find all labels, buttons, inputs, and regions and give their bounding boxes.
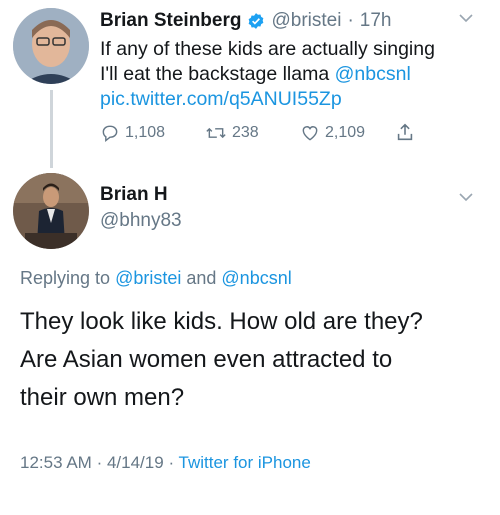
tweet1-text-plain: I'll eat the backstage llama bbox=[100, 63, 335, 85]
retweet-count: 238 bbox=[232, 124, 259, 141]
replying-and: and bbox=[181, 268, 222, 288]
tweet1-author-name[interactable]: Brian Steinberg bbox=[100, 10, 241, 32]
avatar-brian-h[interactable] bbox=[13, 173, 89, 249]
avatar-brian-steinberg[interactable] bbox=[13, 8, 89, 84]
share-icon[interactable] bbox=[394, 121, 416, 143]
replying-mention-nbcsnl[interactable]: @nbcsnl bbox=[221, 268, 291, 288]
tweet2-source[interactable]: Twitter for iPhone bbox=[179, 453, 311, 472]
tweet1-mention[interactable]: @nbcsnl bbox=[335, 63, 411, 85]
tweet2-handle[interactable]: @bhny83 bbox=[100, 210, 182, 232]
reply-icon bbox=[102, 125, 118, 142]
tweet1-time[interactable]: 17h bbox=[360, 10, 392, 32]
tweet2-sep1: · bbox=[96, 453, 103, 472]
tweet1-text-line2: I'll eat the backstage llama @nbcsnl bbox=[100, 62, 411, 87]
tweet1-handle[interactable]: @bristei bbox=[271, 10, 341, 32]
tweet1-media-link[interactable]: pic.twitter.com/q5ANUI55Zp bbox=[100, 87, 342, 112]
replying-prefix: Replying to bbox=[20, 268, 116, 288]
replying-to-line: Replying to @bristei and @nbcsnl bbox=[20, 268, 292, 289]
retweet-action[interactable]: 238 bbox=[205, 123, 259, 143]
reply-count: 1,108 bbox=[125, 124, 166, 141]
reply-action[interactable]: 1,108 bbox=[100, 123, 165, 143]
tweet1-text-line1: If any of these kids are actually singin… bbox=[100, 38, 435, 60]
like-icon bbox=[302, 126, 318, 141]
verified-badge-icon bbox=[249, 13, 264, 29]
chevron-down-icon[interactable] bbox=[458, 192, 474, 202]
tweet1-header: Brian Steinberg @bristei · 17h bbox=[100, 10, 392, 32]
replying-mention-bristei[interactable]: @bristei bbox=[115, 268, 181, 288]
avatar-image bbox=[13, 173, 89, 249]
tweet2-text-line3: their own men? bbox=[20, 384, 185, 411]
tweet2-date[interactable]: 4/14/19 bbox=[107, 453, 164, 472]
chevron-down-icon[interactable] bbox=[458, 13, 474, 23]
like-action[interactable]: 2,109 bbox=[300, 123, 365, 143]
thread-connector-line bbox=[50, 90, 53, 168]
retweet-icon bbox=[206, 127, 226, 139]
avatar-image bbox=[13, 8, 89, 84]
tweet1-separator: · bbox=[347, 10, 354, 31]
tweet2-sep2: · bbox=[168, 453, 175, 472]
like-count: 2,109 bbox=[325, 124, 366, 141]
tweet2-time[interactable]: 12:53 AM bbox=[20, 453, 92, 472]
tweet2-text-line2: Are Asian women even attracted to bbox=[20, 346, 393, 373]
tweet2-author-name[interactable]: Brian H bbox=[100, 184, 168, 206]
tweet2-text-line1: They look like kids. How old are they? bbox=[20, 308, 423, 335]
tweet2-meta: 12:53 AM · 4/14/19 · Twitter for iPhone bbox=[20, 453, 311, 473]
